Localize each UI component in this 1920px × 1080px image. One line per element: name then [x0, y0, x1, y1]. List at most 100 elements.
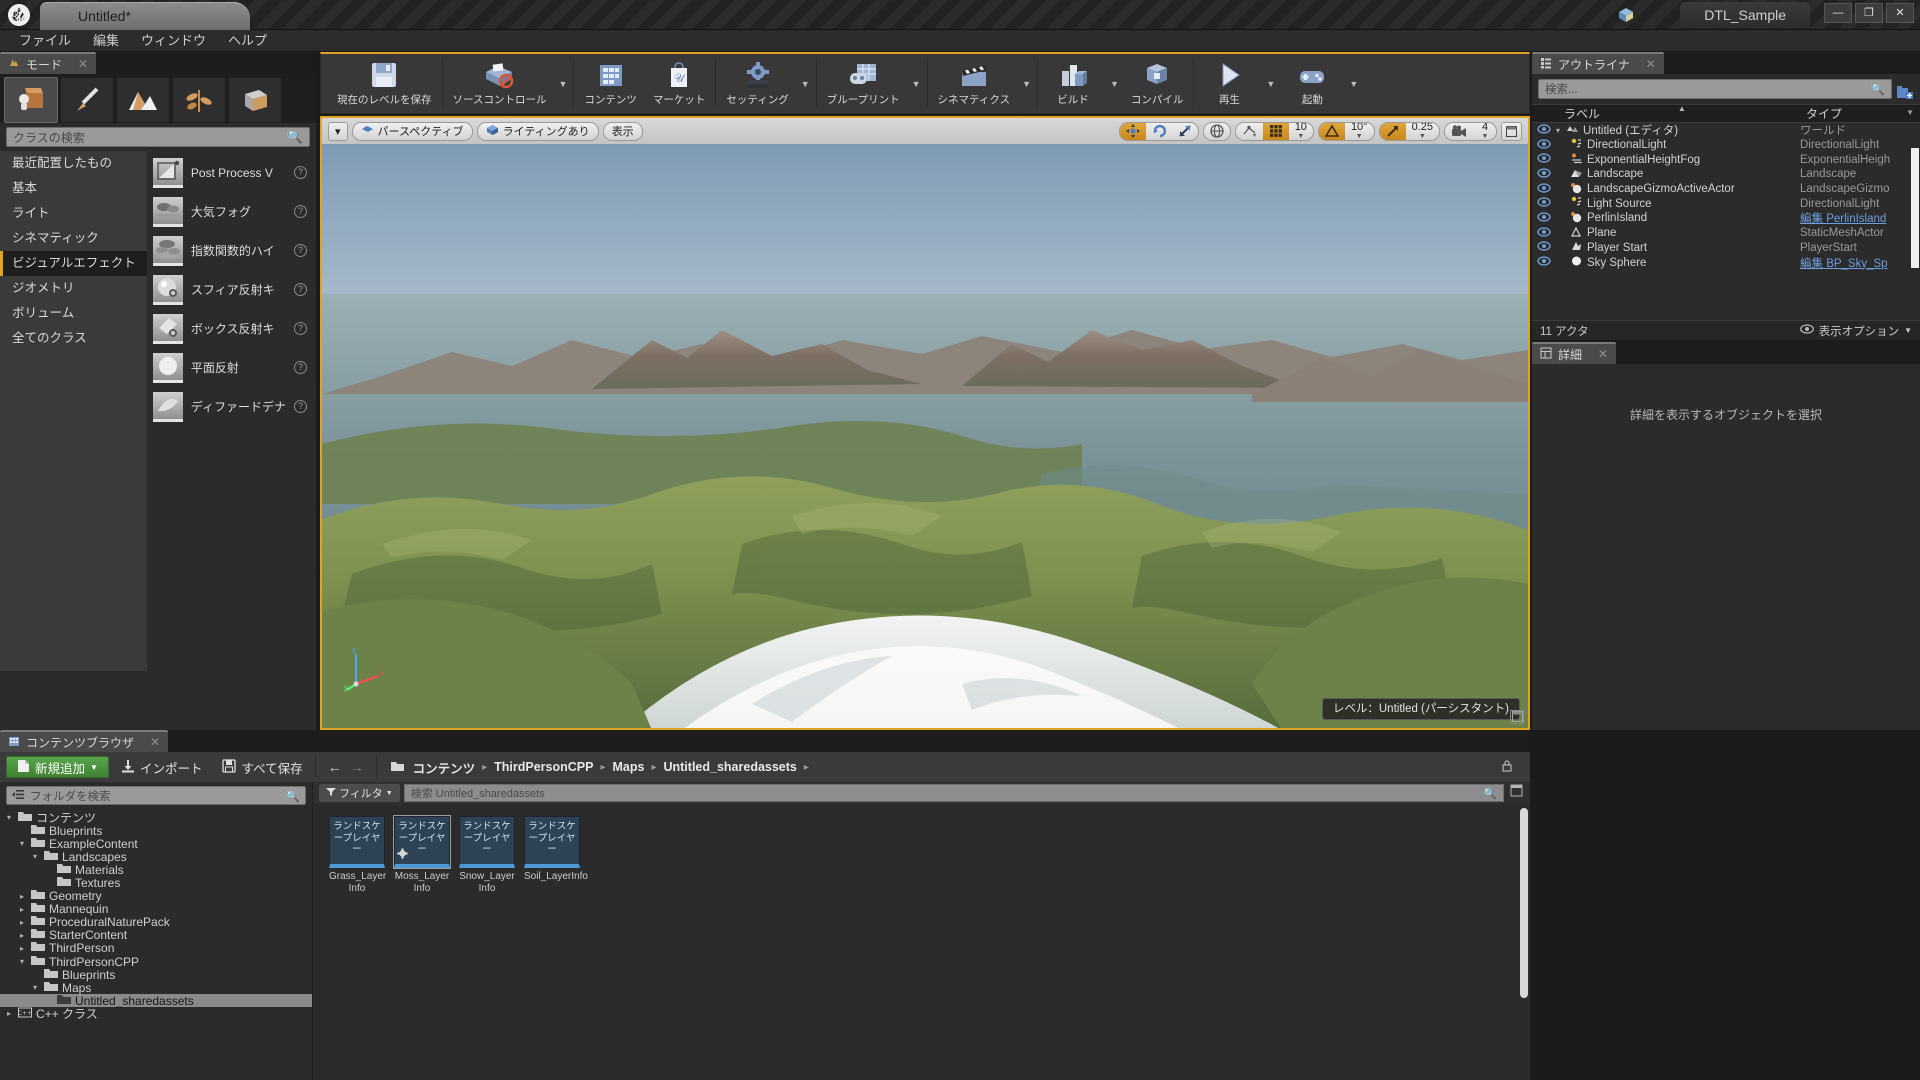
- toolbar-launch[interactable]: 起動: [1279, 54, 1345, 113]
- restore-button[interactable]: ❐: [1855, 3, 1883, 23]
- folder-tree-row[interactable]: ▸ StarterContent: [0, 928, 312, 942]
- viewport-options-button[interactable]: ▾: [328, 121, 348, 141]
- expander-icon[interactable]: ▸: [17, 931, 27, 940]
- breadcrumb-item-1[interactable]: ThirdPersonCPP: [494, 760, 593, 774]
- asset-thumbnail[interactable]: ランドスケープレイヤー: [459, 816, 515, 868]
- outliner-scrollbar[interactable]: [1911, 148, 1919, 268]
- placement-item[interactable]: Post Process V ?: [147, 153, 316, 192]
- mode-tile-foliage[interactable]: [172, 77, 226, 123]
- filter-button[interactable]: フィルタ ▼: [319, 784, 400, 802]
- outliner-close-icon[interactable]: ✕: [1646, 57, 1656, 71]
- breadcrumb-item-3[interactable]: Untitled_sharedassets: [663, 760, 796, 774]
- mode-tile-place[interactable]: [4, 77, 58, 123]
- folder-tree-row[interactable]: ▾ ExampleContent: [0, 837, 312, 851]
- details-close-icon[interactable]: ✕: [1598, 347, 1608, 361]
- import-button[interactable]: インポート: [113, 756, 211, 778]
- outliner-row[interactable]: ▾ Untitled (エディタ) ワールド: [1532, 123, 1920, 138]
- outliner-label-column[interactable]: ラベル ▲: [1558, 104, 1800, 122]
- viewport-lighting-button[interactable]: ライティングあり: [476, 121, 599, 141]
- folder-tree-row[interactable]: Blueprints: [0, 824, 312, 838]
- folder-tree-row[interactable]: ▾ Landscapes: [0, 850, 312, 864]
- asset-thumbnail[interactable]: ランドスケープレイヤー: [524, 816, 580, 868]
- category-volumes[interactable]: ボリューム: [0, 301, 147, 326]
- category-lights[interactable]: ライト: [0, 201, 147, 226]
- tab-modes[interactable]: モード ✕: [0, 52, 97, 74]
- scale-snap-toggle[interactable]: [1379, 122, 1406, 140]
- visibility-eye-icon[interactable]: [1532, 182, 1556, 196]
- outliner-row[interactable]: DirectionalLight DirectionalLight: [1532, 138, 1920, 153]
- asset-search-input[interactable]: 検索 Untitled_sharedassets 🔍: [403, 784, 1504, 802]
- expander-icon[interactable]: ▸: [17, 905, 27, 914]
- placement-item[interactable]: ボックス反射キ ?: [147, 309, 316, 348]
- scale-mode-button[interactable]: [1172, 123, 1198, 140]
- help-icon[interactable]: ?: [294, 244, 307, 257]
- viewport-perspective-button[interactable]: パースペクティブ: [351, 121, 473, 141]
- rotate-mode-button[interactable]: [1146, 123, 1172, 140]
- mode-tile-paint[interactable]: [60, 77, 114, 123]
- visibility-eye-icon[interactable]: [1532, 226, 1556, 240]
- collapse-tree-icon[interactable]: [12, 789, 25, 803]
- help-icon[interactable]: ?: [294, 400, 307, 413]
- outliner-row[interactable]: Sky Sphere 編集 BP_Sky_Sp: [1532, 255, 1920, 270]
- outliner-row[interactable]: PerlinIsland 編集 PerlinIsland: [1532, 211, 1920, 226]
- expander-icon[interactable]: ▸: [4, 1009, 14, 1018]
- outliner-row-type-link[interactable]: 編集 PerlinIsland: [1800, 210, 1920, 226]
- outliner-row[interactable]: LandscapeGizmoActiveActor LandscapeGizmo: [1532, 182, 1920, 197]
- help-icon[interactable]: ?: [294, 322, 307, 335]
- back-button[interactable]: ←: [328, 759, 342, 775]
- expander-icon[interactable]: ▸: [17, 892, 27, 901]
- asset-thumbnail[interactable]: ランドスケープレイヤー: [329, 816, 385, 868]
- blueprints-caret-icon[interactable]: ▼: [908, 54, 925, 113]
- breadcrumb-item-2[interactable]: Maps: [613, 760, 645, 774]
- folder-tree-row[interactable]: Materials: [0, 863, 312, 877]
- toolbar-compile[interactable]: コンパイル: [1123, 54, 1192, 113]
- visibility-eye-icon[interactable]: [1532, 197, 1556, 210]
- visibility-eye-icon[interactable]: [1532, 212, 1556, 225]
- toolbar-settings[interactable]: セッティング: [718, 54, 796, 113]
- expander-icon[interactable]: ▸: [17, 944, 27, 953]
- category-visual-effects[interactable]: ビジュアルエフェクト: [0, 251, 147, 276]
- asset-tile[interactable]: ランドスケープレイヤー Grass_Layer Info: [329, 816, 386, 894]
- toolbar-marketplace[interactable]: 𝒰 マーケット: [645, 54, 714, 113]
- help-icon[interactable]: ?: [294, 166, 307, 179]
- toolbar-play[interactable]: 再生: [1196, 54, 1262, 113]
- toolbar-source-control[interactable]: ソースコントロール: [445, 54, 555, 113]
- scale-snap-value[interactable]: 0.25 ▼: [1406, 123, 1439, 140]
- outliner-row[interactable]: Landscape Landscape: [1532, 167, 1920, 182]
- expander-icon[interactable]: ▾: [30, 983, 40, 992]
- expander-icon[interactable]: ▾: [1556, 126, 1560, 135]
- visibility-eye-icon[interactable]: [1532, 168, 1556, 181]
- folder-tree-row[interactable]: ▾ Maps: [0, 981, 312, 995]
- placement-item[interactable]: 大気フォグ ?: [147, 192, 316, 231]
- folder-tree-scrollbar[interactable]: [1520, 808, 1528, 998]
- placement-item[interactable]: 指数関数的ハイ ?: [147, 231, 316, 270]
- toolbar-blueprints[interactable]: ブループリント: [819, 54, 908, 113]
- play-caret-icon[interactable]: ▼: [1262, 54, 1279, 113]
- visibility-eye-icon[interactable]: [1532, 124, 1556, 137]
- menu-edit[interactable]: 編集: [82, 30, 130, 52]
- visibility-eye-icon[interactable]: [1532, 153, 1556, 166]
- folder-tree-row[interactable]: ▸ C++ C++ クラス: [0, 1007, 312, 1021]
- placement-item[interactable]: 平面反射 ?: [147, 348, 316, 387]
- camera-speed-icon[interactable]: [1445, 123, 1474, 140]
- tab-outliner[interactable]: アウトライナ ✕: [1532, 52, 1664, 74]
- close-button[interactable]: ✕: [1886, 3, 1914, 23]
- outliner-row[interactable]: Player Start PlayerStart: [1532, 241, 1920, 256]
- toolbar-save-current-level[interactable]: 現在のレベルを保存: [329, 54, 440, 113]
- placement-item[interactable]: ディファードデナ ?: [147, 387, 316, 426]
- content-browser-close-icon[interactable]: ✕: [150, 735, 160, 749]
- asset-tile[interactable]: ランドスケープレイヤー Moss_Layer Info: [393, 815, 451, 894]
- lock-content-browser-button[interactable]: [1500, 759, 1514, 776]
- angle-snap-value[interactable]: 10° ▼: [1345, 123, 1374, 140]
- placement-item[interactable]: スフィア反射キ ?: [147, 270, 316, 309]
- camera-speed-value[interactable]: 4 ▼: [1474, 123, 1496, 140]
- viewport-scene[interactable]: z x y レベル：Untitled (パーシスタント): [322, 144, 1528, 728]
- visibility-eye-icon[interactable]: [1532, 138, 1556, 152]
- toolbar-content[interactable]: コンテンツ: [576, 54, 645, 113]
- folder-tree-row[interactable]: ▸ ThirdPerson: [0, 941, 312, 955]
- surface-snap-button[interactable]: [1236, 123, 1263, 140]
- outliner-row[interactable]: Light Source DirectionalLight: [1532, 196, 1920, 211]
- mode-tile-landscape[interactable]: [116, 77, 170, 123]
- add-new-button[interactable]: 新規追加 ▼: [6, 756, 109, 778]
- forward-button[interactable]: →: [350, 759, 364, 775]
